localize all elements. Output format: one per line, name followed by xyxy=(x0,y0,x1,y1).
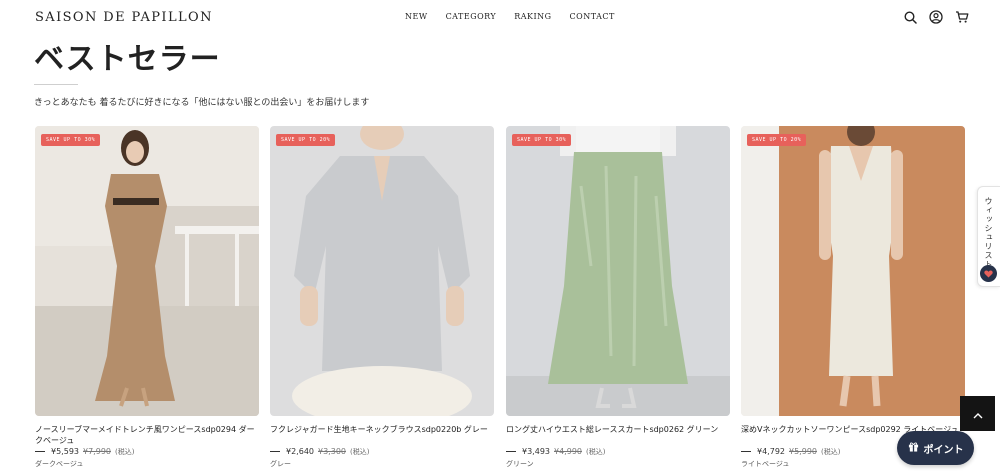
original-price: ¥7,990 xyxy=(83,447,111,456)
page-title: ベストセラー xyxy=(34,42,221,77)
cart-icon[interactable] xyxy=(954,9,970,25)
sale-price: ¥2,640 xyxy=(286,447,314,456)
nav-new[interactable]: NEW xyxy=(405,12,428,21)
scroll-top-button[interactable] xyxy=(960,396,995,431)
site-header: SAISON DE PAPILLON NEW CATEGORY RAKING C… xyxy=(0,0,1000,34)
price-row: ¥5,593 ¥7,990 (税込) xyxy=(35,446,259,458)
product-card[interactable]: SAVE UP TO 30% ノースリーブマーメイドトレンチ風ワンピースsdp0… xyxy=(35,126,259,469)
discount-badge: SAVE UP TO 20% xyxy=(747,134,807,146)
product-image[interactable]: SAVE UP TO 20% xyxy=(741,126,965,416)
product-card[interactable]: SAVE UP TO 30% ロング丈ハイウエスト総レーススカートsdp0262… xyxy=(506,126,730,469)
header-icons xyxy=(902,9,970,25)
section-subtitle: きっとあなたも 着るたびに好きになる「他にはない服との出会い」をお届けします xyxy=(34,98,370,108)
price-row: ¥2,640 ¥3,300 (税込) xyxy=(270,446,494,458)
product-image[interactable]: SAVE UP TO 30% xyxy=(506,126,730,416)
original-price: ¥3,300 xyxy=(318,447,346,456)
tax-label: (税込) xyxy=(350,448,370,456)
points-button[interactable]: ポイント xyxy=(897,431,974,465)
product-color: ダークベージュ xyxy=(35,460,84,468)
original-price: ¥4,990 xyxy=(554,447,582,456)
price-dash xyxy=(741,451,751,452)
sale-price: ¥4,792 xyxy=(757,447,785,456)
product-color: グレー xyxy=(270,460,291,468)
search-icon[interactable] xyxy=(902,9,918,25)
price-dash xyxy=(506,451,516,452)
product-name[interactable]: フクレジャガード生地キーネックブラウスsdp0220b グレー xyxy=(270,424,494,446)
tax-label: (税込) xyxy=(115,448,135,456)
nav-category[interactable]: CATEGORY xyxy=(446,12,497,21)
price-dash xyxy=(35,451,45,452)
site-logo[interactable]: SAISON DE PAPILLON xyxy=(35,10,213,25)
tax-label: (税込) xyxy=(821,448,841,456)
original-price: ¥5,990 xyxy=(789,447,817,456)
nav-contact[interactable]: CONTACT xyxy=(570,12,615,21)
product-color: グリーン xyxy=(506,460,534,468)
price-dash xyxy=(270,451,280,452)
sale-price: ¥3,493 xyxy=(522,447,550,456)
account-icon[interactable] xyxy=(928,9,944,25)
product-card[interactable]: SAVE UP TO 20% 深めVネックカットソーワンピースsdp0292 ラ… xyxy=(741,126,965,469)
product-image[interactable]: SAVE UP TO 30% xyxy=(35,126,259,416)
tax-label: (税込) xyxy=(586,448,606,456)
points-label: ポイント xyxy=(923,444,964,456)
product-card[interactable]: SAVE UP TO 20% フクレジャガード生地キーネックブラウスsdp022… xyxy=(270,126,494,469)
heart-icon xyxy=(980,265,997,282)
product-name[interactable]: ノースリーブマーメイドトレンチ風ワンピースsdp0294 ダークベージュ xyxy=(35,424,259,446)
wishlist-label: ウィッシュリスト xyxy=(984,197,993,269)
discount-badge: SAVE UP TO 30% xyxy=(41,134,101,146)
gift-icon xyxy=(908,441,919,455)
chevron-up-icon xyxy=(973,404,983,423)
product-name[interactable]: ロング丈ハイウエスト総レーススカートsdp0262 グリーン xyxy=(506,424,730,446)
product-image[interactable]: SAVE UP TO 20% xyxy=(270,126,494,416)
price-row: ¥3,493 ¥4,990 (税込) xyxy=(506,446,730,458)
main-nav: NEW CATEGORY RAKING CONTACT xyxy=(405,12,615,21)
title-divider xyxy=(34,84,78,85)
discount-badge: SAVE UP TO 30% xyxy=(512,134,572,146)
sale-price: ¥5,593 xyxy=(51,447,79,456)
product-grid: SAVE UP TO 30% ノースリーブマーメイドトレンチ風ワンピースsdp0… xyxy=(35,126,966,471)
nav-raking[interactable]: RAKING xyxy=(514,12,551,21)
discount-badge: SAVE UP TO 20% xyxy=(276,134,336,146)
wishlist-tab[interactable]: ウィッシュリスト xyxy=(977,186,1000,287)
